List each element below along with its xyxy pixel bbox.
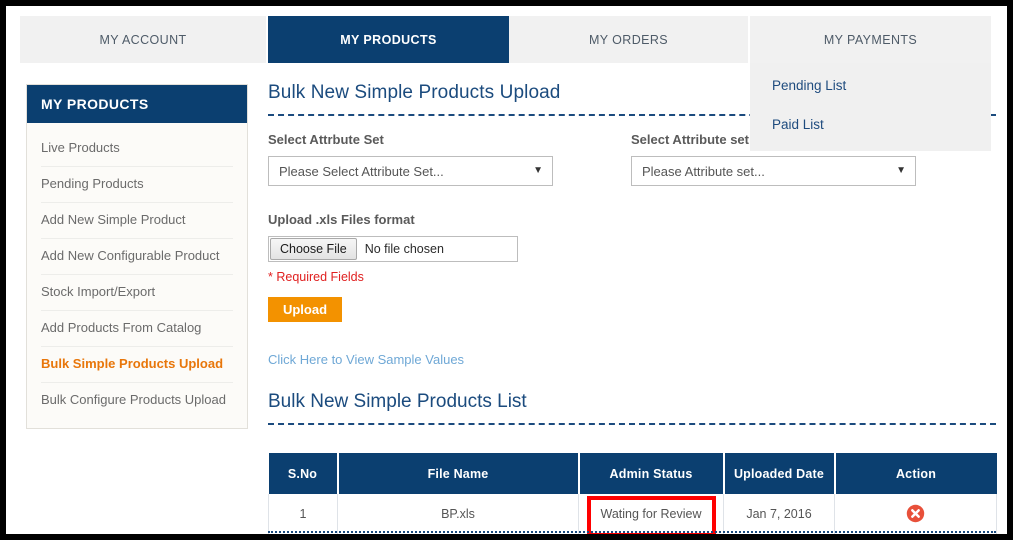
cell-file-name: BP.xls: [337, 494, 579, 534]
tab-my-orders[interactable]: MY ORDERS: [509, 16, 750, 63]
download-sample-select-value: Please Attribute set...: [642, 163, 765, 179]
menu-item-pending-list[interactable]: Pending List: [750, 67, 991, 106]
browser-page: MY ACCOUNT MY PRODUCTS MY ORDERS MY PAYM…: [0, 0, 1013, 540]
cell-action: [834, 494, 997, 534]
tab-my-products-label: MY PRODUCTS: [340, 32, 437, 47]
cell-uploaded-date: Jan 7, 2016: [723, 494, 835, 534]
sidebar-item-add-new-simple-product[interactable]: Add New Simple Product: [41, 203, 233, 239]
sidebar-item-bulk-simple-products-upload[interactable]: Bulk Simple Products Upload: [41, 347, 233, 383]
products-table: S.No File Name Admin Status Uploaded Dat…: [268, 453, 997, 534]
delete-circle-icon[interactable]: [906, 504, 925, 523]
column-header-sno: S.No: [268, 453, 339, 494]
tab-my-orders-label: MY ORDERS: [588, 32, 669, 47]
sidebar: MY PRODUCTS Live Products Pending Produc…: [26, 84, 248, 429]
footer-divider: [268, 531, 996, 533]
view-sample-values-link[interactable]: Click Here to View Sample Values: [268, 352, 631, 367]
sidebar-item-stock-import-export[interactable]: Stock Import/Export: [41, 275, 233, 311]
cell-admin-status: Wating for Review: [578, 494, 724, 534]
column-header-file-name: File Name: [337, 453, 580, 494]
top-navigation-tabs: MY ACCOUNT MY PRODUCTS MY ORDERS MY PAYM…: [20, 16, 991, 63]
tab-my-payments-label: MY PAYMENTS: [823, 32, 918, 47]
form-column-left: Select Attrbute Set Please Select Attrib…: [268, 132, 631, 367]
my-payments-dropdown-menu: Pending List Paid List: [750, 63, 991, 151]
sidebar-item-add-products-from-catalog[interactable]: Add Products From Catalog: [41, 311, 233, 347]
menu-item-pending-list-label: Pending List: [772, 78, 847, 93]
attribute-set-select-value: Please Select Attribute Set...: [279, 163, 444, 179]
form-column-right: Select Attribute set For Download Sample…: [631, 132, 996, 367]
tab-my-payments[interactable]: MY PAYMENTS: [750, 16, 991, 63]
column-header-uploaded-date: Uploaded Date: [723, 453, 836, 494]
products-list-title: Bulk New Simple Products List: [268, 391, 527, 412]
chevron-down-icon: ▼: [533, 165, 543, 176]
attribute-set-label: Select Attrbute Set: [268, 132, 384, 147]
required-fields-note: * Required Fields: [268, 270, 364, 284]
upload-form: Select Attrbute Set Please Select Attrib…: [268, 132, 996, 367]
menu-item-paid-list-label: Paid List: [772, 116, 824, 132]
attribute-set-select[interactable]: Please Select Attribute Set... ▼: [268, 156, 553, 186]
sidebar-heading: MY PRODUCTS: [27, 85, 247, 123]
table-body: 1 BP.xls Wating for Review Jan 7, 2016: [268, 494, 997, 534]
menu-item-paid-list[interactable]: Paid List: [750, 106, 991, 145]
sidebar-item-pending-products[interactable]: Pending Products: [41, 167, 233, 203]
sidebar-item-add-new-configurable-product[interactable]: Add New Configurable Product: [41, 239, 233, 275]
upload-button[interactable]: Upload: [268, 297, 342, 322]
file-chosen-status: No file chosen: [364, 242, 444, 256]
file-input[interactable]: Choose File No file chosen: [268, 236, 518, 262]
upload-file-label: Upload .xls Files format: [268, 212, 415, 227]
table-header-row: S.No File Name Admin Status Uploaded Dat…: [268, 453, 997, 494]
tab-my-account-label: MY ACCOUNT: [99, 32, 187, 47]
status-badge: Wating for Review: [600, 506, 702, 521]
table-header: S.No File Name Admin Status Uploaded Dat…: [268, 453, 997, 494]
tab-my-account[interactable]: MY ACCOUNT: [20, 16, 268, 63]
cell-sno: 1: [268, 494, 338, 534]
file-upload-block: Upload .xls Files format Choose File No …: [268, 212, 631, 322]
sidebar-item-live-products[interactable]: Live Products: [41, 131, 233, 167]
sidebar-item-bulk-configure-products-upload[interactable]: Bulk Configure Products Upload: [41, 383, 233, 418]
products-table-container: S.No File Name Admin Status Uploaded Dat…: [268, 453, 997, 534]
list-title-divider: [268, 423, 996, 425]
choose-file-button[interactable]: Choose File: [270, 238, 357, 260]
download-sample-attribute-select[interactable]: Please Attribute set... ▼: [631, 156, 916, 186]
chevron-down-icon: ▼: [896, 165, 906, 176]
table-row: 1 BP.xls Wating for Review Jan 7, 2016: [268, 494, 997, 534]
sidebar-menu-list: Live Products Pending Products Add New S…: [27, 123, 247, 428]
tab-my-products[interactable]: MY PRODUCTS: [268, 16, 509, 63]
column-header-action: Action: [834, 453, 997, 494]
column-header-admin-status: Admin Status: [578, 453, 725, 494]
